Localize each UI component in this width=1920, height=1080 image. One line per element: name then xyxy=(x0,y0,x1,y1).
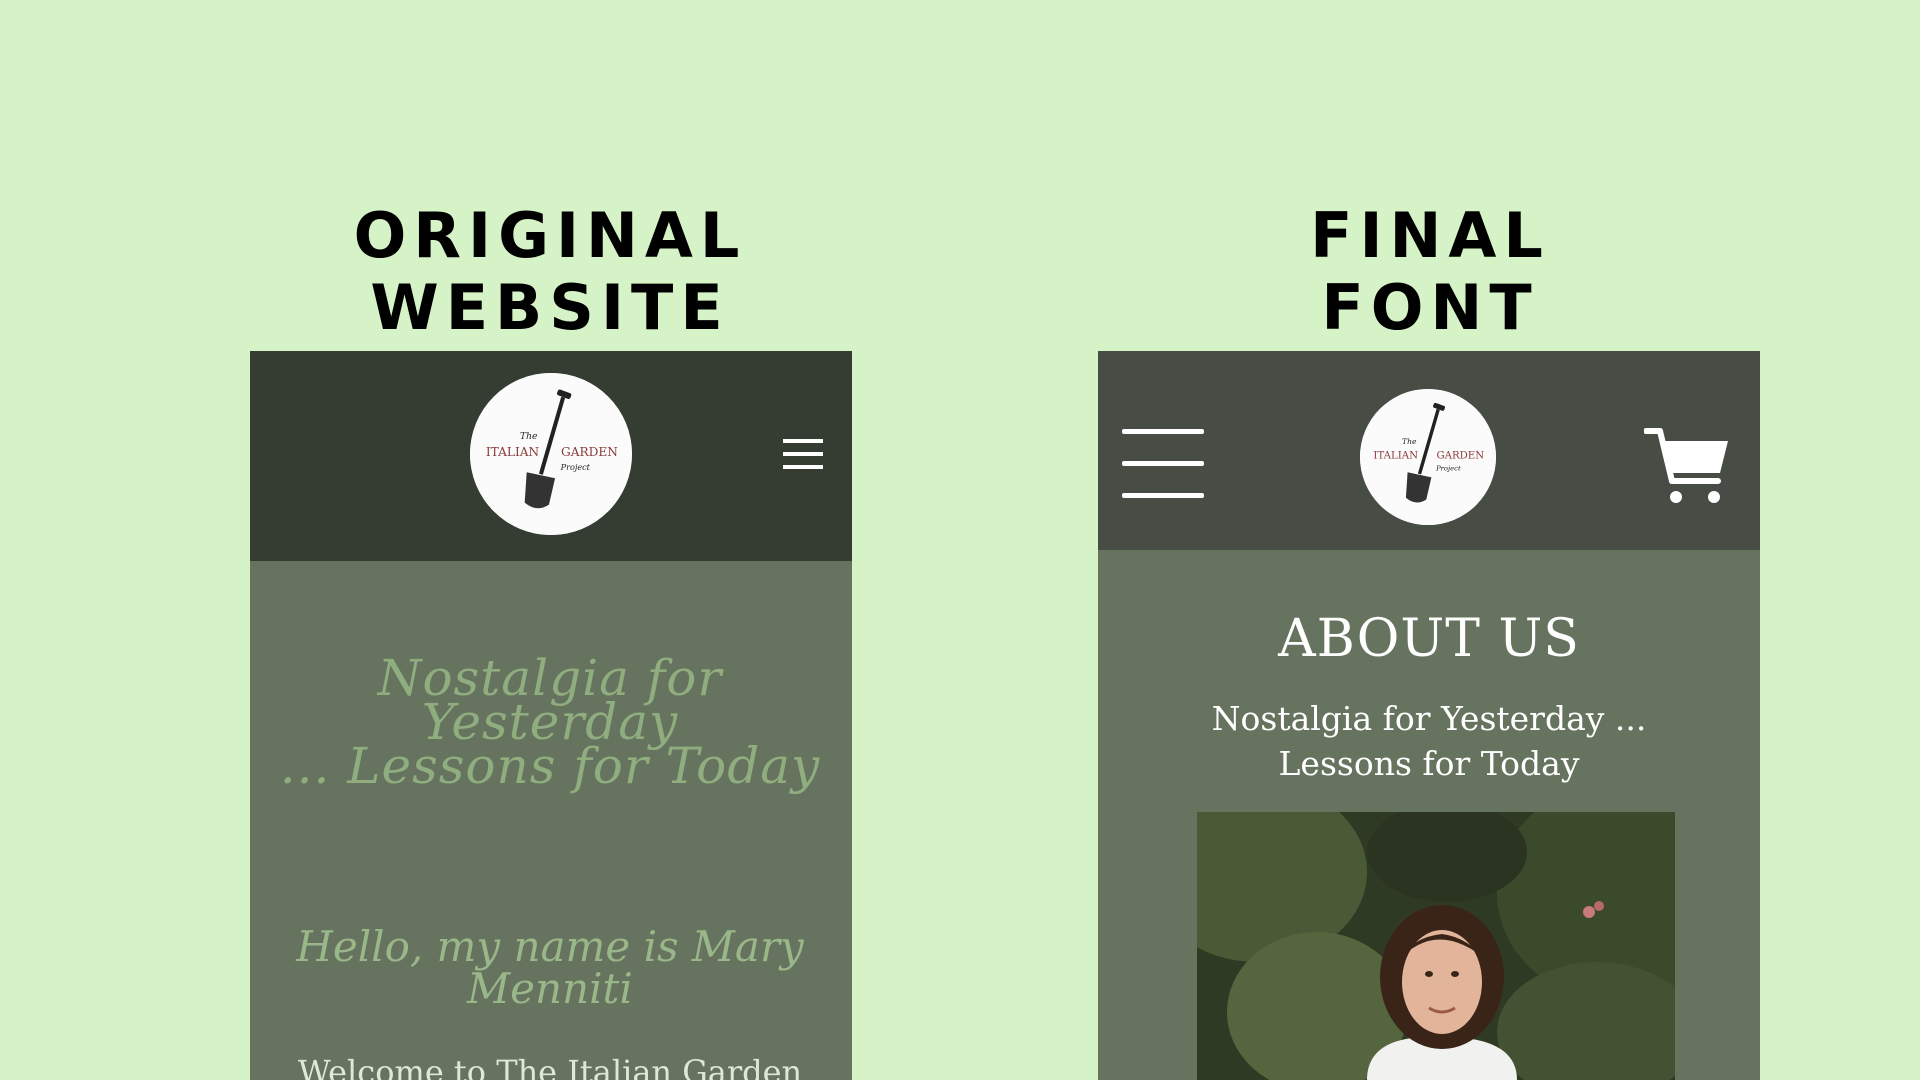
caption-line: WEBSITE xyxy=(370,271,730,344)
original-website-caption: ORIGINAL WEBSITE xyxy=(250,200,850,344)
site-header: The ITALIAN GARDEN Project xyxy=(250,351,852,561)
menu-icon[interactable] xyxy=(783,437,823,471)
logo-project-text: Project xyxy=(560,462,591,472)
hello-line: Menniti xyxy=(467,964,633,1013)
logo-graphic: The ITALIAN GARDEN Project xyxy=(1360,389,1496,525)
caption-line: FINAL xyxy=(1310,199,1550,272)
logo-right-word: GARDEN xyxy=(561,445,618,459)
original-website-screen: The ITALIAN GARDEN Project Nostalgia for… xyxy=(250,351,852,1080)
logo-right-word: GARDEN xyxy=(1436,451,1484,462)
logo-the-text: The xyxy=(520,432,537,442)
hello-line: Hello, my name is Mary xyxy=(296,922,804,971)
slogan-line: ... Lessons for Today xyxy=(279,737,821,795)
logo-graphic: The ITALIAN GARDEN Project xyxy=(470,373,632,535)
slogan-script: Nostalgia for Yesterday ... Lessons for … xyxy=(270,649,830,795)
hello-heading: Hello, my name is Mary Menniti xyxy=(270,926,830,1010)
caption-line: ORIGINAL xyxy=(353,199,747,272)
logo-project-text: Project xyxy=(1435,465,1461,473)
site-logo[interactable]: The ITALIAN GARDEN Project xyxy=(470,373,632,535)
portrait-photo xyxy=(1197,812,1675,1080)
cart-icon[interactable] xyxy=(1644,425,1730,507)
final-font-screen: The ITALIAN GARDEN Project ABOUT US Nost… xyxy=(1098,351,1760,1080)
portrait-image xyxy=(1197,812,1675,1080)
logo-the-text: The xyxy=(1402,437,1417,446)
welcome-text: Welcome to The Italian Garden xyxy=(297,1053,803,1080)
site-header: The ITALIAN GARDEN Project xyxy=(1098,351,1760,550)
logo-left-word: ITALIAN xyxy=(486,445,540,459)
logo-left-word: ITALIAN xyxy=(1373,451,1418,462)
slogan-line: Nostalgia for Yesterday ... xyxy=(1211,699,1647,738)
menu-icon[interactable] xyxy=(1122,425,1204,503)
slogan-serif: Nostalgia for Yesterday ... Lessons for … xyxy=(1098,696,1760,786)
site-logo[interactable]: The ITALIAN GARDEN Project xyxy=(1360,389,1496,525)
slogan-line: Lessons for Today xyxy=(1278,744,1580,783)
caption-line: FONT xyxy=(1321,271,1539,344)
final-font-caption: FINAL FONT xyxy=(1130,200,1730,344)
slogan-line: Nostalgia for Yesterday xyxy=(377,649,723,751)
page-title: ABOUT US xyxy=(1278,609,1580,669)
